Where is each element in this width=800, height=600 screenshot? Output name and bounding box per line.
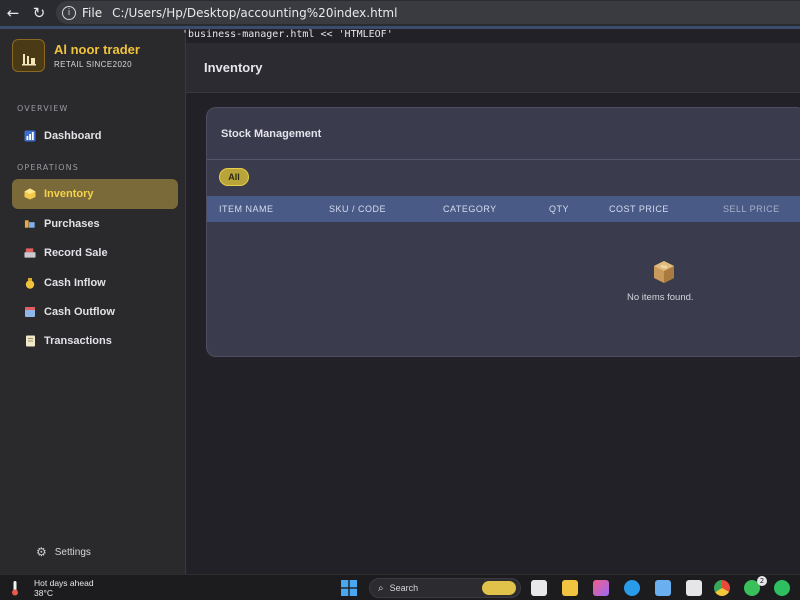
main-content: 'business-manager.html << 'HTMLEOF' Inve… [182, 29, 800, 574]
column-header-category[interactable]: CATEGORY [443, 204, 497, 214]
address-bar[interactable]: i File C:/Users/Hp/Desktop/accounting%20… [56, 1, 800, 24]
filter-row: All [207, 160, 800, 196]
sidebar-item-label: Cash Outflow [44, 306, 115, 318]
chart-icon [24, 130, 36, 142]
document-icon [24, 335, 36, 347]
file-explorer-icon[interactable] [562, 580, 578, 596]
file-label: File [82, 5, 103, 20]
filter-chip-all[interactable]: All [219, 168, 249, 186]
brand: Al noor trader RETAIL SINCE2020 [12, 39, 140, 72]
column-header-item-name[interactable]: ITEM NAME [219, 204, 274, 214]
sidebar-item-label: Dashboard [44, 130, 102, 142]
thermometer-icon[interactable] [10, 580, 20, 596]
empty-state-text: No items found. [627, 292, 694, 303]
column-header-qty[interactable]: QTY [549, 204, 569, 214]
notification-badge: 2 [757, 576, 767, 586]
store-icon[interactable] [686, 580, 702, 596]
section-label-overview: OVERVIEW [17, 104, 69, 113]
url-text: C:/Users/Hp/Desktop/accounting%20index.h… [112, 5, 398, 20]
sidebar-item-label: Record Sale [44, 247, 108, 259]
mail-icon[interactable] [655, 580, 671, 596]
topbar: Inventory [186, 43, 800, 93]
reload-icon[interactable]: ↻ [26, 0, 52, 26]
copilot-icon[interactable] [593, 580, 609, 596]
brand-name: Al noor trader [54, 42, 140, 57]
column-header-cost-price[interactable]: COST PRICE [609, 204, 669, 214]
sidebar-item-cash-inflow[interactable]: Cash Inflow [12, 268, 178, 298]
sidebar-item-label: Cash Inflow [44, 277, 106, 289]
search-icon: ⌕ [378, 582, 384, 594]
empty-state: No items found. [207, 222, 800, 356]
taskbar-search[interactable]: ⌕ Search [369, 578, 521, 598]
terminal-overlay-text: 'business-manager.html << 'HTMLEOF' [182, 29, 393, 40]
page-title: Inventory [204, 60, 263, 75]
card-header: Stock Management [207, 108, 800, 160]
settings-label: Settings [54, 546, 91, 558]
sidebar-item-dashboard[interactable]: Dashboard [12, 121, 178, 151]
task-view-icon[interactable] [531, 580, 547, 596]
cube-icon [24, 188, 36, 200]
sidebar-item-label: Inventory [44, 188, 94, 200]
sidebar-item-label: Transactions [44, 335, 112, 347]
search-label: Search [389, 583, 419, 593]
column-header-sell-price[interactable]: SELL PRICE [723, 204, 780, 214]
sidebar-item-transactions[interactable]: Transactions [12, 326, 178, 356]
cart-icon [24, 218, 36, 230]
back-arrow-icon[interactable]: ← [0, 0, 26, 26]
sidebar-item-cash-outflow[interactable]: Cash Outflow [12, 297, 178, 327]
money-bag-icon [24, 277, 36, 289]
taskbar: Hot days ahead 38°C ⌕ Search 2 [0, 574, 800, 600]
column-header-sku[interactable]: SKU / CODE [329, 204, 386, 214]
section-label-operations: OPERATIONS [17, 163, 79, 172]
settings-link[interactable]: ⚙ Settings [36, 545, 91, 559]
weather-temp: 38°C [34, 588, 53, 598]
stock-management-card: Stock Management All ITEM NAME SKU / COD… [206, 107, 800, 357]
sidebar-item-label: Purchases [44, 218, 100, 230]
card-title: Stock Management [221, 128, 322, 140]
box-icon [654, 261, 674, 283]
weather-title: Hot days ahead [34, 578, 94, 588]
outflow-icon [24, 306, 36, 318]
search-highlight-icon [482, 581, 516, 595]
chrome-icon[interactable] [714, 580, 730, 596]
edge-icon[interactable] [624, 580, 640, 596]
sidebar-item-purchases[interactable]: Purchases [12, 209, 178, 239]
sidebar-item-record-sale[interactable]: Record Sale [12, 238, 178, 268]
info-icon[interactable]: i [62, 5, 76, 20]
windows-start-icon[interactable] [341, 580, 357, 596]
sidebar-item-inventory[interactable]: Inventory [12, 179, 178, 209]
brand-tagline: RETAIL SINCE2020 [54, 60, 132, 69]
table-header: ITEM NAME SKU / CODE CATEGORY QTY COST P… [207, 196, 800, 222]
weather-widget[interactable]: Hot days ahead 38°C [34, 578, 94, 598]
spotify-icon[interactable] [774, 580, 790, 596]
register-icon [24, 247, 36, 259]
browser-toolbar: ← ↻ i File C:/Users/Hp/Desktop/accountin… [0, 0, 800, 26]
gear-icon: ⚙ [36, 545, 47, 559]
factory-logo-icon [12, 39, 45, 72]
sidebar: Al noor trader RETAIL SINCE2020 OVERVIEW… [0, 29, 186, 574]
